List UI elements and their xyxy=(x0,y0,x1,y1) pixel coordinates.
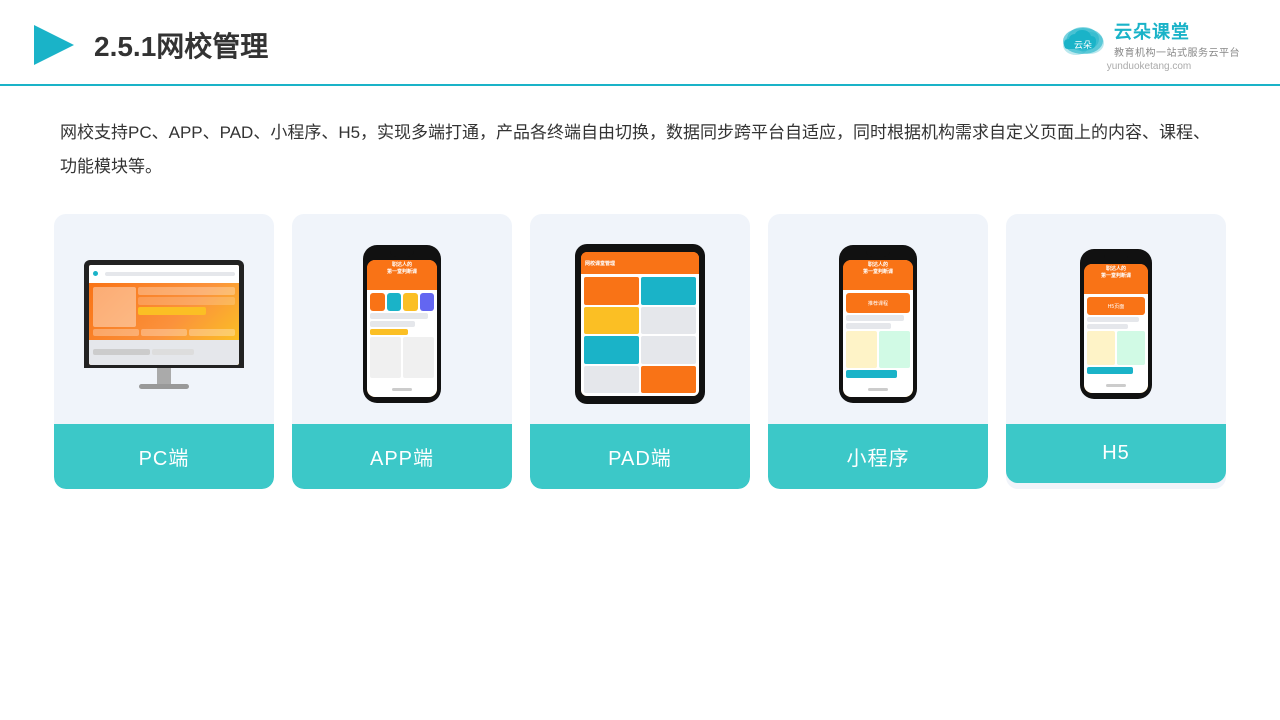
phone-miniapp-screen: 职达人的第一堂判断课 推荐课程 xyxy=(843,260,913,397)
card-app: 职达人的第一堂判断课 xyxy=(292,214,512,489)
logo-arrow-icon xyxy=(30,21,78,69)
card-pc: PC端 xyxy=(54,214,274,489)
card-app-image: 职达人的第一堂判断课 xyxy=(292,214,512,424)
phone-miniapp-outer: 职达人的第一堂判断课 推荐课程 xyxy=(839,245,917,403)
card-h5: 职达人的第一堂判断课 H5页面 xyxy=(1006,214,1226,489)
brand-logo: 云朵 云朵课堂 教育机构一站式服务云平台 xyxy=(1058,18,1240,59)
monitor-screen xyxy=(89,265,239,365)
svg-text:云朵: 云朵 xyxy=(1074,40,1092,50)
main-content: 网校支持PC、APP、PAD、小程序、H5，实现多端打通，产品各终端自由切换，数… xyxy=(0,86,1280,509)
description-text: 网校支持PC、APP、PAD、小程序、H5，实现多端打通，产品各终端自由切换，数… xyxy=(60,116,1220,184)
cards-row: PC端 职达人的第一堂判断课 xyxy=(60,214,1220,489)
card-miniapp: 职达人的第一堂判断课 推荐课程 xyxy=(768,214,988,489)
header-left: 2.5.1网校管理 xyxy=(30,21,268,69)
header-right: 云朵 云朵课堂 教育机构一站式服务云平台 yunduoketang.com xyxy=(1058,18,1240,72)
tablet-mockup: 网校课堂管理 xyxy=(575,244,705,404)
cloud-brand-icon: 云朵 xyxy=(1058,21,1108,57)
tablet-outer: 网校课堂管理 xyxy=(575,244,705,404)
phone-app-mockup: 职达人的第一堂判断课 xyxy=(363,245,441,403)
phone-miniapp-mockup: 职达人的第一堂判断课 推荐课程 xyxy=(839,245,917,403)
card-pc-label: PC端 xyxy=(54,424,274,489)
card-pad: 网校课堂管理 xyxy=(530,214,750,489)
card-miniapp-image: 职达人的第一堂判断课 推荐课程 xyxy=(768,214,988,424)
card-pc-image xyxy=(54,214,274,424)
card-pad-label: PAD端 xyxy=(530,424,750,489)
page-title: 2.5.1网校管理 xyxy=(94,25,268,65)
brand-url: yunduoketang.com xyxy=(1107,61,1192,72)
card-miniapp-label: 小程序 xyxy=(768,424,988,489)
header: 2.5.1网校管理 云朵 云朵课堂 教育机构一站式服务云平台 yunduoket… xyxy=(0,0,1280,86)
phone-screen: 职达人的第一堂判断课 xyxy=(367,260,437,397)
phone-outer: 职达人的第一堂判断课 xyxy=(363,245,441,403)
phone-h5-screen: 职达人的第一堂判断课 H5页面 xyxy=(1084,264,1148,393)
phone-h5-outer: 职达人的第一堂判断课 H5页面 xyxy=(1080,249,1152,399)
card-pad-image: 网校课堂管理 xyxy=(530,214,750,424)
tablet-screen: 网校课堂管理 xyxy=(581,252,699,396)
card-h5-label: H5 xyxy=(1006,424,1226,483)
brand-name: 云朵课堂 xyxy=(1114,18,1190,44)
monitor-screen-wrap xyxy=(84,260,244,368)
brand-subtitle: 教育机构一站式服务云平台 xyxy=(1114,44,1240,59)
card-h5-image: 职达人的第一堂判断课 H5页面 xyxy=(1006,214,1226,424)
card-app-label: APP端 xyxy=(292,424,512,489)
brand-text: 云朵课堂 教育机构一站式服务云平台 xyxy=(1114,18,1240,59)
phone-h5-mockup: 职达人的第一堂判断课 H5页面 xyxy=(1080,249,1152,399)
monitor-mockup xyxy=(84,260,244,389)
